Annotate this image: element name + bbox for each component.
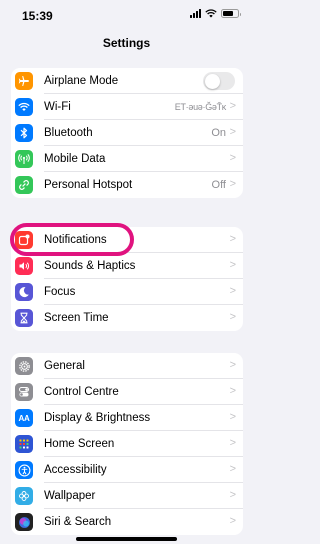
home-indicator[interactable]	[76, 537, 177, 541]
label-bluetooth: Bluetooth	[44, 127, 93, 139]
row-bluetooth[interactable]: Bluetooth On >	[11, 120, 243, 146]
row-control-centre[interactable]: Control Centre >	[11, 379, 243, 405]
row-sounds-haptics[interactable]: Sounds & Haptics >	[11, 253, 243, 279]
chevron-right-icon: >	[229, 489, 236, 501]
chevron-right-icon: >	[229, 311, 236, 323]
label-notifications: Notifications	[44, 234, 107, 246]
hourglass-icon	[15, 309, 33, 327]
label-general: General	[44, 360, 85, 372]
accessibility-icon	[15, 461, 33, 479]
wallpaper-icon	[15, 487, 33, 505]
label-sounds-haptics: Sounds & Haptics	[44, 260, 136, 272]
bluetooth-value: On	[211, 127, 226, 139]
label-siri-search: Siri & Search	[44, 516, 112, 528]
wifi-status-icon	[205, 9, 217, 18]
toggle-knob	[204, 73, 220, 89]
siri-icon	[15, 513, 33, 531]
row-display-brightness[interactable]: AA Display & Brightness >	[11, 405, 243, 431]
switches-icon	[15, 383, 33, 401]
label-home-screen: Home Screen	[44, 438, 115, 450]
chevron-right-icon: >	[229, 126, 236, 138]
label-display-brightness: Display & Brightness	[44, 412, 151, 424]
chevron-right-icon: >	[229, 385, 236, 397]
cellular-signal-icon	[190, 9, 201, 18]
row-wallpaper[interactable]: Wallpaper >	[11, 483, 243, 509]
row-screen-time[interactable]: Screen Time >	[11, 305, 243, 331]
speaker-icon	[15, 257, 33, 275]
hotspot-value: Off	[211, 179, 226, 191]
row-general[interactable]: General >	[11, 353, 243, 379]
gear-icon	[15, 357, 33, 375]
chevron-right-icon: >	[229, 100, 236, 112]
settings-group-general: General > Control Centre > AA Display & …	[11, 353, 243, 535]
label-focus: Focus	[44, 286, 76, 298]
label-screen-time: Screen Time	[44, 312, 109, 324]
status-bar: 15:39	[0, 0, 253, 28]
row-wifi[interactable]: Wi-Fi ET·ǝuǝ·ĞǝŤĸ >	[11, 94, 243, 120]
chevron-right-icon: >	[229, 411, 236, 423]
hotspot-icon	[15, 176, 33, 194]
battery-level	[223, 11, 233, 16]
chevron-right-icon: >	[229, 233, 236, 245]
bluetooth-icon	[15, 124, 33, 142]
row-focus[interactable]: Focus >	[11, 279, 243, 305]
chevron-right-icon: >	[229, 515, 236, 527]
label-accessibility: Accessibility	[44, 464, 107, 476]
chevron-right-icon: >	[229, 359, 236, 371]
page-title: Settings	[102, 36, 151, 50]
chevron-right-icon: >	[229, 152, 236, 164]
label-wifi: Wi-Fi	[44, 101, 71, 113]
status-icons	[190, 9, 241, 18]
battery-icon	[221, 9, 241, 18]
settings-group-notifications: Notifications > Sounds & Haptics > Focus…	[11, 227, 243, 331]
row-personal-hotspot[interactable]: Personal Hotspot Off >	[11, 172, 243, 198]
display-icon: AA	[15, 409, 33, 427]
chevron-right-icon: >	[229, 178, 236, 190]
notifications-icon	[15, 231, 33, 249]
display-icon-text: AA	[18, 413, 30, 423]
antenna-icon	[15, 150, 33, 168]
status-time: 15:39	[22, 9, 53, 23]
chevron-right-icon: >	[229, 259, 236, 271]
label-mobile-data: Mobile Data	[44, 153, 106, 165]
chevron-right-icon: >	[229, 285, 236, 297]
row-notifications[interactable]: Notifications >	[11, 227, 243, 253]
chevron-right-icon: >	[229, 437, 236, 449]
chevron-right-icon: >	[229, 463, 236, 475]
home-grid-icon	[15, 435, 33, 453]
row-airplane-mode[interactable]: Airplane Mode	[11, 68, 243, 94]
airplane-mode-toggle[interactable]	[203, 72, 235, 90]
label-wallpaper: Wallpaper	[44, 490, 96, 502]
label-personal-hotspot: Personal Hotspot	[44, 179, 133, 191]
wifi-network-value: ET·ǝuǝ·ĞǝŤĸ	[174, 102, 227, 112]
row-accessibility[interactable]: Accessibility >	[11, 457, 243, 483]
airplane-icon	[15, 72, 33, 90]
row-home-screen[interactable]: Home Screen >	[11, 431, 243, 457]
row-siri-search[interactable]: Siri & Search >	[11, 509, 243, 535]
row-mobile-data[interactable]: Mobile Data >	[11, 146, 243, 172]
wifi-icon	[15, 98, 33, 116]
settings-group-connectivity: Airplane Mode Wi-Fi ET·ǝuǝ·ĞǝŤĸ > Blueto…	[11, 68, 243, 198]
label-airplane-mode: Airplane Mode	[44, 75, 119, 87]
label-control-centre: Control Centre	[44, 386, 119, 398]
moon-icon	[15, 283, 33, 301]
